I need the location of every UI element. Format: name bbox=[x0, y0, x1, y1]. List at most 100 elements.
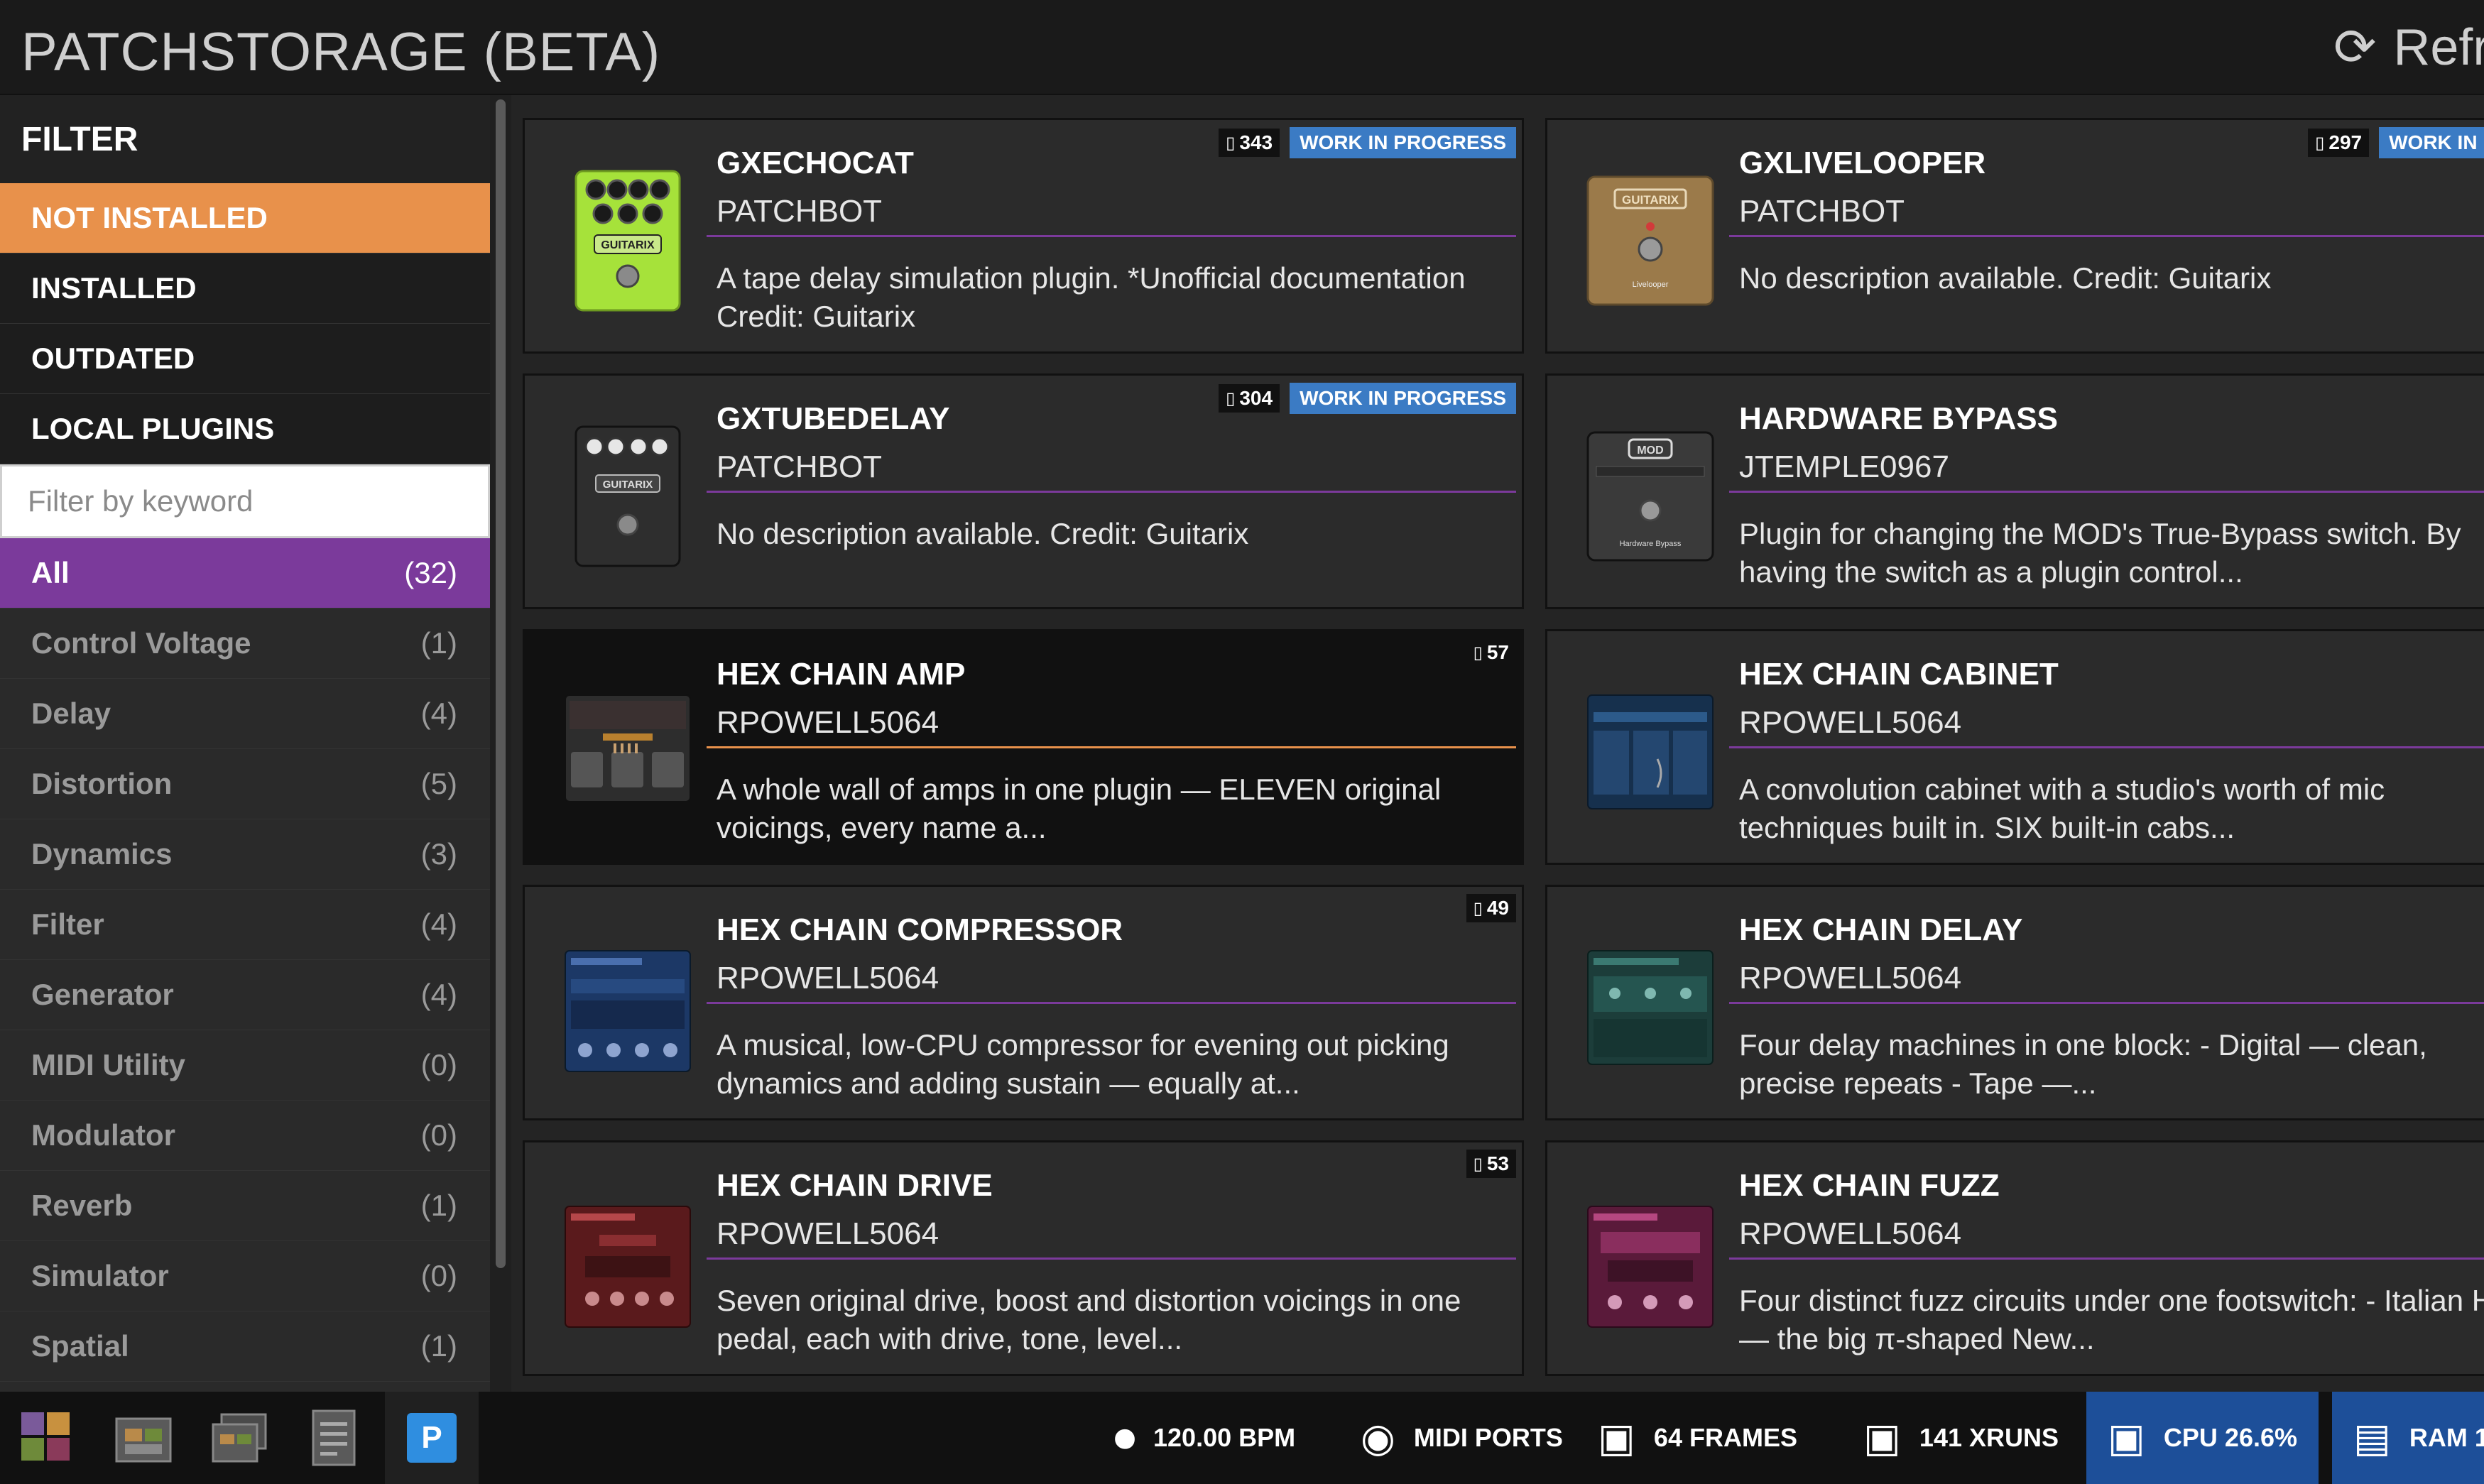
stacked-folders-icon bbox=[212, 1413, 267, 1463]
download-count-badge: ▯ 343 bbox=[1219, 129, 1280, 157]
pedalboards-tab[interactable] bbox=[192, 1392, 285, 1484]
plugin-thumbnail: GUITARIX Livelooper bbox=[1583, 170, 1718, 312]
filter-sidebar: FILTER NOT INSTALLED INSTALLED OUTDATED … bbox=[0, 95, 490, 1392]
plugin-author: PATCHBOT bbox=[717, 194, 883, 229]
filter-installed[interactable]: INSTALLED bbox=[0, 253, 490, 324]
download-count: 49 bbox=[1486, 897, 1509, 919]
cpu-usage-indicator[interactable]: ▣ CPU 26.6% bbox=[2086, 1392, 2319, 1484]
plugin-description: A whole wall of amps in one plugin — ELE… bbox=[717, 773, 1442, 844]
buffer-size-button[interactable]: ▣ 64 FRAMES bbox=[1598, 1392, 1797, 1484]
filter-not-installed[interactable]: NOT INSTALLED bbox=[0, 183, 490, 253]
midi-label: MIDI PORTS bbox=[1413, 1423, 1563, 1452]
plugin-title: HARDWARE BYPASS bbox=[1739, 401, 2059, 436]
category-count: (32) bbox=[404, 556, 457, 589]
xruns-indicator[interactable]: ▣ 141 XRUNS bbox=[1863, 1392, 2059, 1484]
category-spatial[interactable]: Spatial (1) bbox=[0, 1311, 490, 1382]
card-divider bbox=[707, 235, 1516, 237]
keyword-search-input[interactable] bbox=[2, 467, 488, 536]
midi-connector-icon: ◉ bbox=[1361, 1415, 1395, 1460]
plugin-card-hex-chain-fuzz[interactable]: HEX CHAIN FUZZ RPOWELL5064 Four distinct… bbox=[1545, 1140, 2484, 1376]
category-count: (3) bbox=[420, 837, 457, 871]
category-label: All bbox=[31, 556, 70, 589]
plugin-title: HEX CHAIN DRIVE bbox=[717, 1168, 993, 1203]
download-count-badge: ▯ 53 bbox=[1466, 1150, 1516, 1178]
filter-local-plugins[interactable]: LOCAL PLUGINS bbox=[0, 394, 490, 464]
category-label: MIDI Utility bbox=[31, 1048, 185, 1081]
category-label: Simulator bbox=[31, 1259, 169, 1292]
category-distortion[interactable]: Distortion (5) bbox=[0, 749, 490, 819]
livelooper-pedal-image: GUITARIX Livelooper bbox=[1586, 175, 1714, 306]
download-count-badge: ▯ 49 bbox=[1466, 894, 1516, 922]
plugin-author: RPOWELL5064 bbox=[1739, 705, 1962, 740]
category-control-voltage[interactable]: Control Voltage (1) bbox=[0, 609, 490, 679]
plugin-title: HEX CHAIN AMP bbox=[717, 657, 966, 692]
hex-cabinet-screenshot bbox=[1587, 694, 1714, 809]
patchstorage-letter: P bbox=[421, 1420, 442, 1455]
echocat-pedal-image: GUITARIX bbox=[574, 170, 681, 312]
ram-usage-indicator[interactable]: ▤ RAM 1 bbox=[2332, 1392, 2484, 1484]
download-count-badge: ▯ 304 bbox=[1219, 384, 1280, 413]
category-reverb[interactable]: Reverb (1) bbox=[0, 1171, 490, 1241]
plugin-thumbnail bbox=[560, 681, 695, 823]
plugin-description: No description available. Credit: Guitar… bbox=[1739, 261, 2272, 295]
hex-compressor-screenshot bbox=[565, 950, 691, 1072]
category-modulator[interactable]: Modulator (0) bbox=[0, 1101, 490, 1171]
plugin-card-gxechocat[interactable]: GUITARIX GXECHOCAT PATCHBOT A tape delay… bbox=[523, 118, 1524, 354]
card-divider bbox=[707, 1002, 1516, 1004]
plugin-thumbnail bbox=[1583, 1192, 1718, 1334]
bypass-brand-text: MOD bbox=[1637, 444, 1663, 457]
category-delay[interactable]: Delay (4) bbox=[0, 679, 490, 749]
plugin-thumbnail bbox=[1583, 937, 1718, 1079]
download-count-badge: ▯ 297 bbox=[2308, 129, 2370, 157]
plugin-card-hex-chain-amp[interactable]: HEX CHAIN AMP RPOWELL5064 A whole wall o… bbox=[523, 629, 1524, 865]
status-badge: WORK IN PROGRESS bbox=[1290, 127, 1516, 158]
plugin-thumbnail bbox=[1583, 681, 1718, 823]
plugin-card-gxtubedelay[interactable]: GUITARIX GXTUBEDELAY PATCHBOT No descrip… bbox=[523, 373, 1524, 609]
plugin-card-hex-chain-delay[interactable]: HEX CHAIN DELAY RPOWELL5064 Four delay m… bbox=[1545, 885, 2484, 1120]
category-dynamics[interactable]: Dynamics (3) bbox=[0, 819, 490, 890]
stop-icon: ⏺ bbox=[1115, 1414, 1135, 1460]
plugin-author: RPOWELL5064 bbox=[1739, 1216, 1962, 1251]
plugin-card-hex-chain-cabinet[interactable]: HEX CHAIN CABINET RPOWELL5064 A convolut… bbox=[1545, 629, 2484, 865]
patchstorage-tab[interactable]: P bbox=[385, 1392, 479, 1484]
plugin-description: No description available. Credit: Guitar… bbox=[717, 517, 1249, 550]
bpm-indicator[interactable]: ⏺ 120.00 BPM bbox=[1115, 1392, 1295, 1484]
plugin-card-gxlivelooper[interactable]: GUITARIX Livelooper GXLIVELOOPER PATCHBO… bbox=[1545, 118, 2484, 354]
category-midi-utility[interactable]: MIDI Utility (0) bbox=[0, 1030, 490, 1101]
category-label: Filter bbox=[31, 907, 104, 941]
card-badges: ▯ 57 bbox=[1466, 638, 1516, 667]
files-tab[interactable] bbox=[287, 1392, 381, 1484]
category-label: Modulator bbox=[31, 1118, 175, 1152]
scrollbar-thumb[interactable] bbox=[496, 99, 506, 1268]
download-icon: ▯ bbox=[1226, 388, 1236, 408]
midi-ports-button[interactable]: ◉ MIDI PORTS bbox=[1361, 1392, 1563, 1484]
refresh-button[interactable]: ⟳ Refre bbox=[2333, 18, 2484, 77]
card-badges: ▯ 343 WORK IN PROGRESS bbox=[1219, 127, 1516, 158]
plugin-card-hardware-bypass[interactable]: MOD Hardware Bypass HARDWARE BYPASS JTEM… bbox=[1545, 373, 2484, 609]
plugin-card-hex-chain-drive[interactable]: HEX CHAIN DRIVE RPOWELL5064 Seven origin… bbox=[523, 1140, 1524, 1376]
download-icon: ▯ bbox=[2315, 133, 2325, 153]
plugin-card-hex-chain-compressor[interactable]: HEX CHAIN COMPRESSOR RPOWELL5064 A music… bbox=[523, 885, 1524, 1120]
plugin-title: HEX CHAIN CABINET bbox=[1739, 657, 2059, 692]
plugin-author: PATCHBOT bbox=[717, 449, 883, 484]
filter-outdated[interactable]: OUTDATED bbox=[0, 324, 490, 394]
hex-delay-screenshot bbox=[1587, 950, 1714, 1065]
category-count: (0) bbox=[420, 1259, 457, 1292]
tubedelay-brand-text: GUITARIX bbox=[603, 479, 653, 491]
card-badges: ▯ 297 WORK IN PROGR bbox=[2308, 127, 2484, 158]
card-divider bbox=[1729, 1257, 2484, 1260]
filter-label: LOCAL PLUGINS bbox=[31, 412, 275, 445]
filter-label: OUTDATED bbox=[31, 342, 195, 375]
plugin-author: RPOWELL5064 bbox=[717, 961, 939, 995]
banks-tab[interactable] bbox=[97, 1392, 190, 1484]
category-generator[interactable]: Generator (4) bbox=[0, 960, 490, 1030]
category-simulator[interactable]: Simulator (0) bbox=[0, 1241, 490, 1311]
category-filter[interactable]: Filter (4) bbox=[0, 890, 490, 960]
card-divider bbox=[1729, 746, 2484, 748]
ram-value: RAM 1 bbox=[2409, 1423, 2484, 1452]
pedalboard-tab[interactable] bbox=[0, 1392, 94, 1484]
sidebar-scrollbar[interactable] bbox=[490, 95, 511, 1392]
hex-amp-screenshot bbox=[565, 694, 691, 802]
category-all[interactable]: All (32) bbox=[0, 538, 490, 609]
top-bar: PATCHSTORAGE (BETA) ⟳ Refre bbox=[0, 0, 2484, 95]
